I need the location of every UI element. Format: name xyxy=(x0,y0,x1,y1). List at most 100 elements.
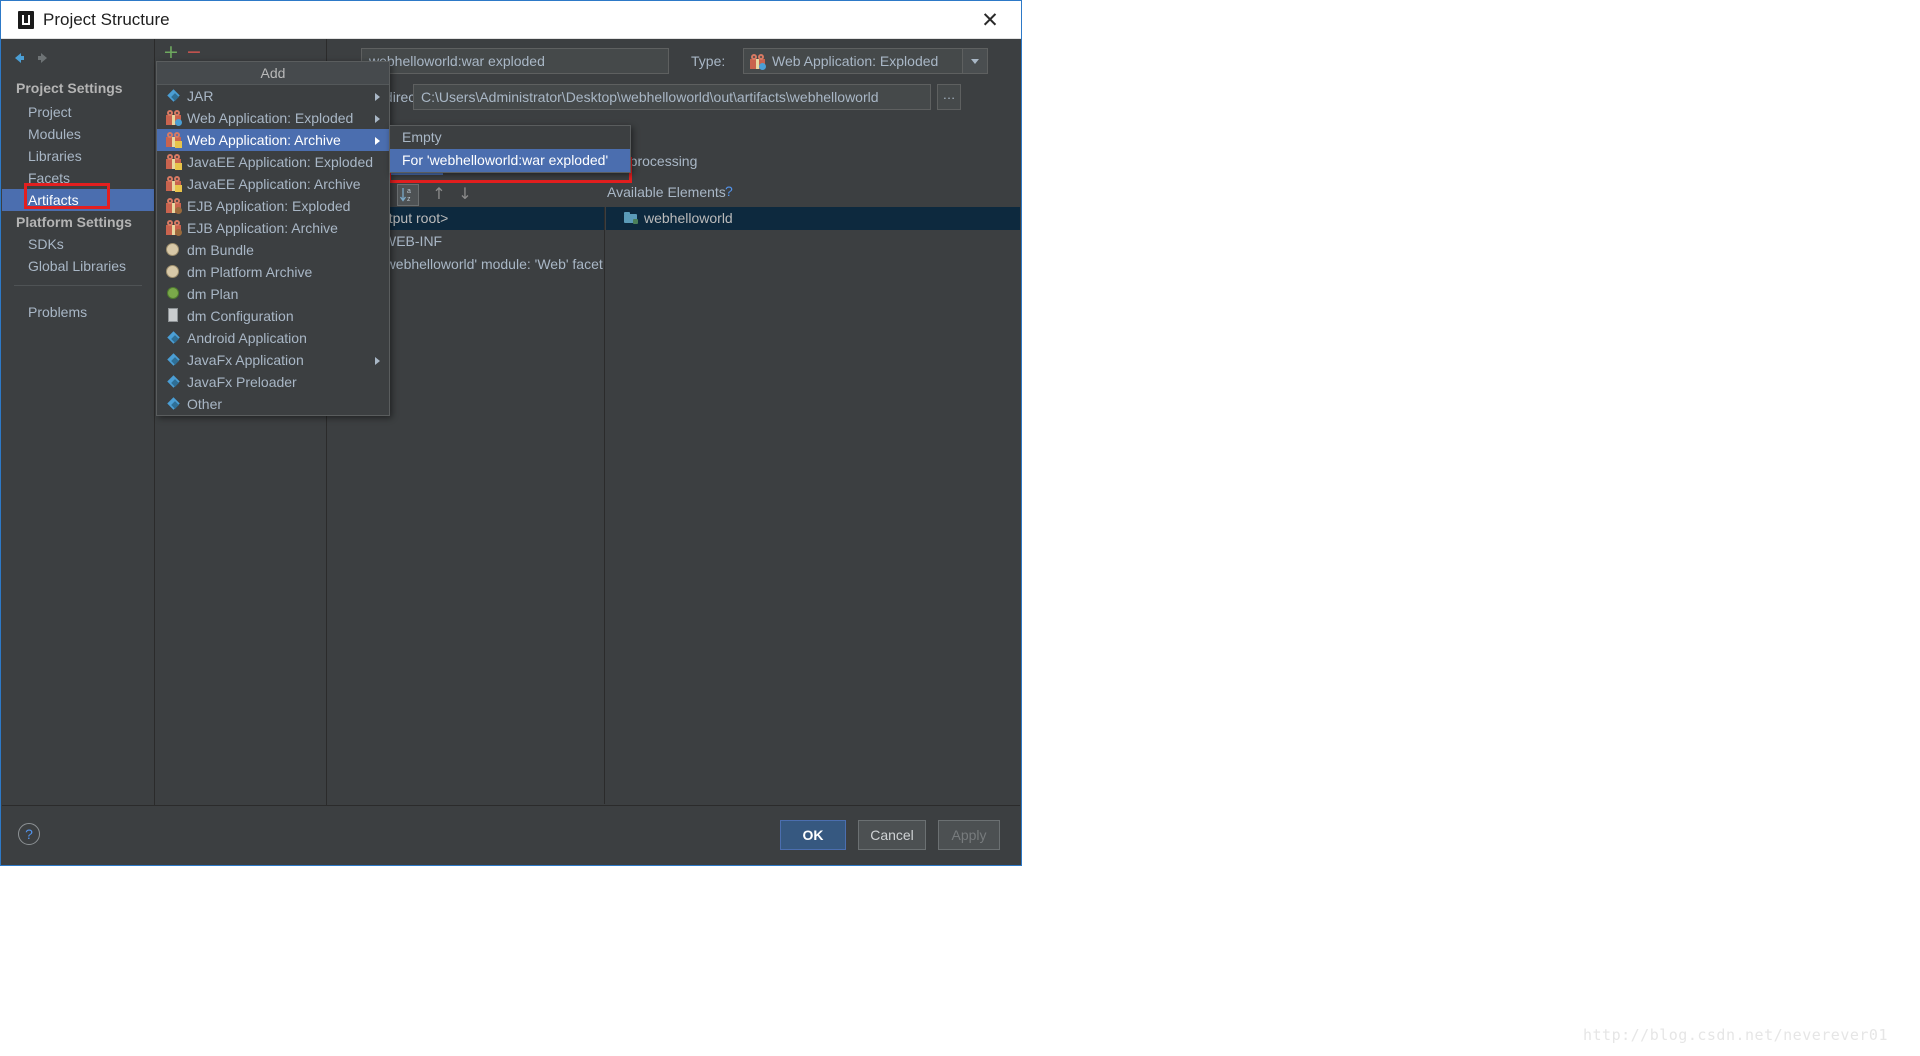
menu-item-dm-bundle[interactable]: dm Bundle xyxy=(157,239,389,261)
menu-item-javaee-application-exploded[interactable]: JavaEE Application: Exploded xyxy=(157,151,389,173)
output-directory-input[interactable]: C:\Users\Administrator\Desktop\webhellow… xyxy=(413,84,931,110)
svg-text:a: a xyxy=(407,188,411,195)
submenu-arrow-icon xyxy=(375,93,380,101)
close-icon[interactable]: ✕ xyxy=(977,7,1003,33)
submenu-item-empty[interactable]: Empty xyxy=(390,126,630,149)
artifact-name-input[interactable]: webhelloworld:war exploded xyxy=(361,48,669,74)
browse-directory-button[interactable]: … xyxy=(937,84,961,110)
menu-item-ejb-application-exploded[interactable]: EJB Application: Exploded xyxy=(157,195,389,217)
sidebar-group-platform-settings: Platform Settings xyxy=(16,214,132,230)
menu-item-jar[interactable]: JAR xyxy=(157,85,389,107)
dialog-footer: ? OK Cancel Apply xyxy=(2,805,1020,864)
sidebar-item-facets[interactable]: Facets xyxy=(2,167,154,189)
menu-item-dm-platform-archive[interactable]: dm Platform Archive xyxy=(157,261,389,283)
other-icon xyxy=(166,396,182,412)
sidebar-item-artifacts[interactable]: Artifacts xyxy=(2,189,154,211)
menu-item-other[interactable]: Other xyxy=(157,393,389,415)
menu-item-dm-plan[interactable]: dm Plan xyxy=(157,283,389,305)
sidebar-item-project[interactable]: Project xyxy=(2,101,154,123)
menu-item-label: dm Configuration xyxy=(187,308,294,324)
settings-sidebar: Project Settings Project Modules Librari… xyxy=(2,39,155,864)
sidebar-nav-arrows xyxy=(8,47,68,69)
dialog-title: Project Structure xyxy=(43,10,170,29)
tree-node-label: 'webhelloworld' module: 'Web' facet reso… xyxy=(383,256,604,272)
back-arrow-icon[interactable] xyxy=(10,49,28,67)
type-label: Type: xyxy=(691,53,726,69)
menu-item-android-application[interactable]: Android Application xyxy=(157,327,389,349)
menu-item-label: dm Platform Archive xyxy=(187,264,313,280)
add-artifact-menu: Add JAR Web Application: Exploded Web Ap… xyxy=(156,61,390,416)
watermark: http://blog.csdn.net/neverever01 xyxy=(1583,1026,1888,1044)
submenu-arrow-icon xyxy=(375,357,380,365)
web-archive-submenu: Empty For 'webhelloworld:war exploded' xyxy=(389,125,631,173)
help-icon[interactable]: ? xyxy=(18,823,40,845)
move-up-button[interactable]: ↑ xyxy=(429,184,449,204)
cancel-button[interactable]: Cancel xyxy=(858,820,926,850)
menu-item-javafx-preloader[interactable]: JavaFx Preloader xyxy=(157,371,389,393)
ok-button[interactable]: OK xyxy=(780,820,846,850)
menu-item-javafx-application[interactable]: JavaFx Application xyxy=(157,349,389,371)
output-directory-row: Output directory: C:\Users\Administrator… xyxy=(339,83,1010,111)
menu-item-label: Other xyxy=(187,396,223,412)
submenu-item-for-artifact[interactable]: For 'webhelloworld:war exploded' xyxy=(390,149,630,172)
jar-icon xyxy=(166,88,182,104)
svg-text:z: z xyxy=(407,196,411,203)
chevron-down-icon[interactable] xyxy=(962,49,987,73)
available-element-label: webhelloworld xyxy=(644,210,733,226)
artifact-name-row: webhelloworld:war exploded Type: Web App… xyxy=(339,47,1010,75)
remove-artifact-button[interactable]: − xyxy=(186,43,202,62)
web-app-exploded-icon xyxy=(750,54,766,70)
javafx-preloader-icon xyxy=(166,374,182,390)
menu-item-label: Web Application: Archive xyxy=(187,132,341,148)
javaee-exploded-icon xyxy=(166,154,182,170)
sidebar-item-modules[interactable]: Modules xyxy=(2,123,154,145)
menu-item-ejb-application-archive[interactable]: EJB Application: Archive xyxy=(157,217,389,239)
menu-item-web-application-exploded[interactable]: Web Application: Exploded xyxy=(157,107,389,129)
artifact-type-dropdown[interactable]: Web Application: Exploded xyxy=(743,48,988,74)
menu-item-javaee-application-archive[interactable]: JavaEE Application: Archive xyxy=(157,173,389,195)
project-structure-dialog: Project Structure ✕ Project Settings Pro… xyxy=(0,0,1022,866)
intellij-idea-icon xyxy=(18,11,34,29)
menu-item-label: JavaFx Preloader xyxy=(187,374,297,390)
artifact-type-value: Web Application: Exploded xyxy=(772,53,939,69)
sidebar-item-libraries[interactable]: Libraries xyxy=(2,145,154,167)
menu-item-label: JavaFx Application xyxy=(187,352,304,368)
sidebar-item-global-libraries[interactable]: Global Libraries xyxy=(2,255,154,277)
menu-item-label: JavaEE Application: Archive xyxy=(187,176,361,192)
dm-platform-archive-icon xyxy=(166,264,182,280)
forward-arrow-icon[interactable] xyxy=(34,49,52,67)
menu-item-label: JavaEE Application: Exploded xyxy=(187,154,374,170)
tree-node-label: WEB-INF xyxy=(383,233,443,249)
menu-item-label: dm Bundle xyxy=(187,242,254,258)
dm-bundle-icon xyxy=(166,242,182,258)
dm-plan-icon xyxy=(166,286,182,302)
menu-item-label: dm Plan xyxy=(187,286,239,302)
module-icon xyxy=(624,211,639,226)
dm-configuration-icon xyxy=(166,308,182,324)
menu-item-label: Web Application: Exploded xyxy=(187,110,354,126)
available-elements-help-icon[interactable]: ? xyxy=(725,183,733,199)
screen: Project Structure ✕ Project Settings Pro… xyxy=(0,0,1920,1056)
ejb-archive-icon xyxy=(166,220,182,236)
javafx-application-icon xyxy=(166,352,182,368)
android-application-icon xyxy=(166,330,182,346)
menu-item-label: EJB Application: Archive xyxy=(187,220,338,236)
menu-item-dm-configuration[interactable]: dm Configuration xyxy=(157,305,389,327)
add-artifact-button[interactable]: + xyxy=(163,43,179,62)
menu-item-label: JAR xyxy=(187,88,214,104)
menu-item-web-application-archive[interactable]: Web Application: Archive xyxy=(157,129,389,151)
sort-alphabetically-icon[interactable]: az xyxy=(397,184,419,206)
web-archive-icon xyxy=(166,132,182,148)
web-exploded-icon xyxy=(166,110,182,126)
submenu-arrow-icon xyxy=(375,137,380,145)
dialog-titlebar: Project Structure ✕ xyxy=(1,1,1021,39)
available-elements-label: Available Elements xyxy=(607,184,726,200)
apply-button[interactable]: Apply xyxy=(938,820,1000,850)
menu-item-label: EJB Application: Exploded xyxy=(187,198,351,214)
sidebar-item-sdks[interactable]: SDKs xyxy=(2,233,154,255)
available-elements-tree: webhelloworld xyxy=(606,207,1020,804)
move-down-button[interactable]: ↓ xyxy=(455,184,475,204)
submenu-arrow-icon xyxy=(375,115,380,123)
available-element-row[interactable]: webhelloworld xyxy=(606,207,1020,230)
sidebar-item-problems[interactable]: Problems xyxy=(2,301,154,323)
